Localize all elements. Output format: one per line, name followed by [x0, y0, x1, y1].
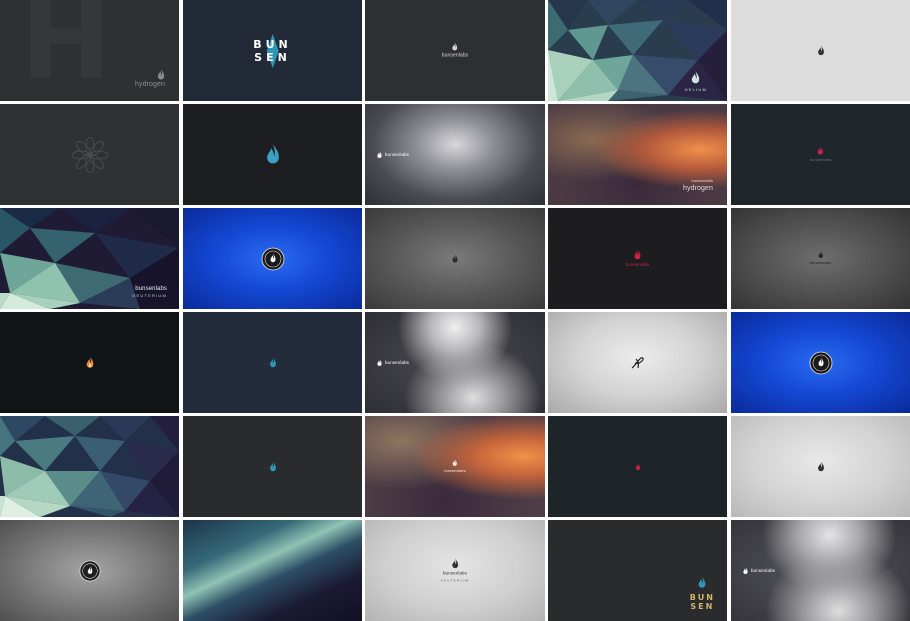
- wallpaper-sublabel: DEUTERIUM: [440, 578, 470, 582]
- flame-icon: [452, 558, 458, 568]
- flame-icon: [452, 458, 458, 466]
- wallpaper-tile[interactable]: [731, 312, 910, 413]
- bunsen-wordmark-bottom: SEN: [690, 602, 715, 611]
- wallpaper-tile[interactable]: bunsenlabs: [365, 312, 545, 413]
- flame-icon: [692, 71, 700, 84]
- wallpaper-tile[interactable]: [0, 312, 179, 413]
- wallpaper-tile[interactable]: [731, 416, 910, 517]
- wallpaper-label: bunsenlabs: [751, 567, 776, 573]
- wallpaper-tile[interactable]: bunsenlabs: [731, 208, 910, 309]
- swirl-icon: [631, 356, 644, 368]
- flame-icon: [698, 576, 706, 588]
- flame-icon: [452, 253, 458, 263]
- badge-icon: [261, 247, 284, 270]
- h2-watermark: H2: [20, 0, 132, 101]
- wallpaper-tile[interactable]: bunsenlabs: [548, 208, 727, 309]
- wallpaper-label: bunsenlabs: [691, 178, 713, 183]
- wallpaper-tile[interactable]: [548, 416, 727, 517]
- wallpaper-tile[interactable]: [0, 104, 179, 205]
- wallpaper-label: HELIUM: [684, 87, 707, 92]
- flame-icon: [266, 143, 279, 163]
- wallpaper-label: bunsenlabs: [135, 286, 167, 292]
- badge-icon: [79, 560, 100, 581]
- wallpaper-label: bunsenlabs: [441, 52, 469, 58]
- wallpaper-tile[interactable]: [183, 520, 362, 621]
- flame-icon: [743, 566, 748, 574]
- wallpaper-tile[interactable]: [183, 208, 362, 309]
- wallpaper-tile[interactable]: bunsenlabs hydrogen: [548, 104, 727, 205]
- wallpaper-tile[interactable]: [0, 520, 179, 621]
- wallpaper-sublabel: DEUTERIUM: [132, 293, 167, 298]
- flame-icon: [377, 358, 382, 366]
- flame-icon: [269, 356, 276, 367]
- flame-icon: [86, 356, 93, 368]
- wallpaper-tile[interactable]: bunsenlabs: [365, 104, 545, 205]
- badge-icon: [809, 351, 832, 374]
- flame-icon: [377, 150, 382, 158]
- polygon-art: [0, 416, 179, 517]
- flower-icon: [71, 136, 108, 173]
- wallpaper-tile[interactable]: bunsenlabs DEUTERIUM: [0, 208, 179, 309]
- wallpaper-label: hydrogen: [135, 81, 165, 88]
- flame-icon: [635, 462, 640, 470]
- wallpaper-gallery: H2 hydrogen BUN SEN bunsenlabs: [0, 0, 910, 621]
- wallpaper-label: bunsenlabs: [385, 151, 410, 157]
- wallpaper-tile[interactable]: bunsenlabs: [731, 104, 910, 205]
- bunsen-wordmark-top: BUN: [689, 593, 715, 602]
- wallpaper-label: bunsenlabs: [809, 156, 832, 162]
- wallpaper-tile[interactable]: bunsenlabs DEUTERIUM: [365, 520, 545, 621]
- wallpaper-label: bunsenlabs: [444, 467, 466, 473]
- wallpaper-label: bunsenlabs: [809, 259, 832, 265]
- flame-icon: [157, 69, 165, 80]
- wallpaper-tile[interactable]: bunsenlabs: [365, 0, 545, 101]
- flame-icon: [634, 248, 641, 259]
- wallpaper-label: bunsenlabs: [385, 359, 410, 365]
- wallpaper-label: bunsenlabs: [442, 570, 468, 575]
- flame-icon: [452, 42, 458, 50]
- wallpaper-tile[interactable]: [183, 312, 362, 413]
- wallpaper-tile[interactable]: [731, 0, 910, 101]
- wallpaper-tile[interactable]: HELIUM: [548, 0, 727, 101]
- bunsen-wordmark-bottom: SEN: [254, 50, 291, 64]
- flame-icon: [818, 250, 823, 258]
- wallpaper-tile[interactable]: bunsenlabs: [731, 520, 910, 621]
- wallpaper-tile[interactable]: [548, 312, 727, 413]
- wallpaper-sublabel: hydrogen: [683, 185, 713, 192]
- wallpaper-tile[interactable]: H2 hydrogen: [0, 0, 179, 101]
- flame-icon: [817, 460, 824, 471]
- wallpaper-label: bunsenlabs: [625, 261, 650, 267]
- wallpaper-tile[interactable]: [365, 208, 545, 309]
- wallpaper-tile[interactable]: BUN SEN: [548, 520, 727, 621]
- wallpaper-tile[interactable]: BUN SEN: [183, 0, 362, 101]
- bunsen-wordmark-top: BUN: [253, 37, 292, 51]
- flame-icon: [817, 45, 824, 55]
- wallpaper-tile[interactable]: bunsenlabs: [365, 416, 545, 517]
- flame-icon: [269, 460, 276, 471]
- wallpaper-tile[interactable]: [183, 104, 362, 205]
- flame-icon: [817, 145, 824, 155]
- wallpaper-tile[interactable]: [183, 416, 362, 517]
- wallpaper-tile[interactable]: [0, 416, 179, 517]
